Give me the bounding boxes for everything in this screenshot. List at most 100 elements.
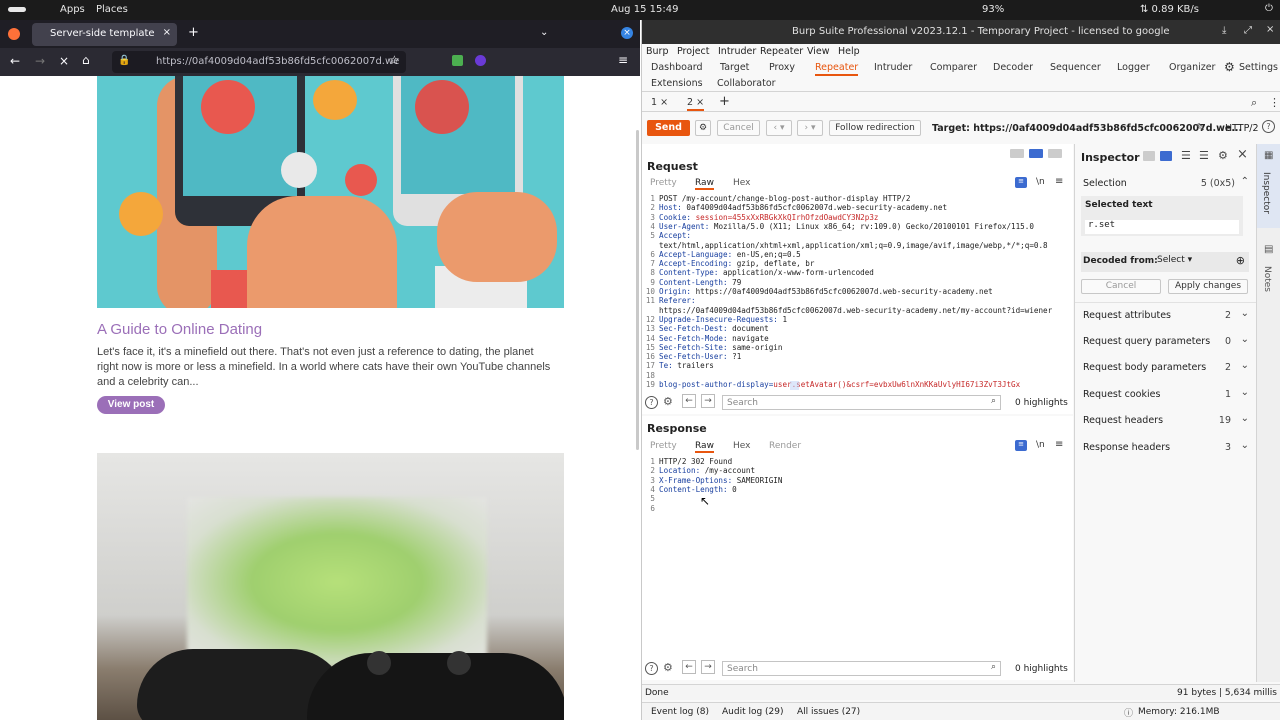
search-settings-gear-icon[interactable]: ⚙	[663, 395, 673, 408]
chevron-down-icon[interactable]: ⌄	[1241, 413, 1249, 424]
apps-menu[interactable]: Apps	[60, 4, 85, 15]
tab-repeater[interactable]: Repeater	[815, 62, 859, 76]
editor-line[interactable]: 1 HTTP/2 302 Found	[644, 457, 1070, 466]
editor-line[interactable]: 17 Te: trailers	[644, 361, 1070, 370]
editor-line[interactable]: 18	[644, 371, 1070, 380]
places-menu[interactable]: Places	[96, 4, 128, 15]
request-editor[interactable]: 1 POST /my-account/change-blog-post-autho…	[644, 194, 1070, 394]
post-image-dating[interactable]	[97, 76, 564, 308]
wrap-toggle-icon[interactable]: ≡	[1015, 177, 1027, 188]
lock-icon[interactable]: 🔒	[118, 55, 130, 66]
tab-target[interactable]: Target	[720, 62, 749, 73]
tab-collaborator[interactable]: Collaborator	[717, 78, 776, 89]
menu-repeater[interactable]: Repeater	[760, 46, 803, 57]
selected-text-value[interactable]: r.set	[1085, 220, 1239, 234]
search-next-icon[interactable]: →	[701, 394, 715, 408]
all-issues-link[interactable]: All issues (27)	[797, 707, 860, 717]
tab-organizer[interactable]: Organizer	[1169, 62, 1215, 73]
tab-decoder[interactable]: Decoder	[993, 62, 1033, 73]
view-hex-tab[interactable]: Hex	[733, 178, 750, 188]
window-close-icon[interactable]: ×	[621, 27, 633, 39]
chevron-down-icon[interactable]: ⌄	[1241, 360, 1249, 371]
newline-toggle-icon[interactable]: \n	[1036, 440, 1045, 450]
decoded-from-select[interactable]: Select ▾	[1157, 255, 1192, 265]
wrap-toggle-icon[interactable]: ≡	[1015, 440, 1027, 451]
editor-line[interactable]: 6 Accept-Language: en-US,en;q=0.5	[644, 250, 1070, 259]
response-editor[interactable]: 1 HTTP/2 302 Found 2 Location: /my-account 3…	[644, 457, 1070, 517]
request-body-parameters-row[interactable]: Request body parameters 2 ⌄	[1075, 355, 1261, 381]
bookmark-star-icon[interactable]: ☆	[389, 53, 400, 67]
new-tab-icon[interactable]: +	[188, 25, 199, 40]
follow-redirection-button[interactable]: Follow redirection	[829, 120, 921, 136]
request-search-input[interactable]: Search ⌕	[722, 395, 1001, 410]
layout-toggle-icon[interactable]	[1010, 149, 1024, 158]
side-tab-inspector[interactable]: ▦ Inspector	[1257, 144, 1280, 228]
more-vertical-icon[interactable]: ⋮	[1269, 96, 1280, 109]
response-search-input[interactable]: Search ⌕	[722, 661, 1001, 676]
tab-extensions[interactable]: Extensions	[651, 78, 703, 89]
page-scrollbar[interactable]	[636, 130, 639, 450]
view-post-button[interactable]: View post	[97, 396, 165, 414]
chevron-down-icon[interactable]: ⌄	[1241, 308, 1249, 319]
extension-icon[interactable]	[452, 55, 463, 66]
menu-view[interactable]: View	[807, 46, 830, 57]
editor-line[interactable]: 15 Sec-Fetch-Site: same-origin	[644, 343, 1070, 352]
tab-comparer[interactable]: Comparer	[930, 62, 977, 73]
send-button[interactable]: Send	[647, 120, 690, 136]
editor-line[interactable]: 19 blog-post-author-display=user.setAvata…	[644, 380, 1070, 389]
editor-line[interactable]: 7 Accept-Encoding: gzip, deflate, br	[644, 259, 1070, 268]
side-tab-notes[interactable]: ▤ Notes	[1257, 242, 1280, 302]
edit-target-icon[interactable]: ✎	[1196, 121, 1205, 134]
layout-toggle-icon[interactable]	[1048, 149, 1062, 158]
view-raw-tab[interactable]: Raw	[695, 178, 714, 190]
view-raw-tab[interactable]: Raw	[695, 441, 714, 453]
settings-gear-icon[interactable]: ⚙	[1224, 60, 1235, 74]
url-bar[interactable]: 🔒 https://0af4009d04adf53b86fd5cfc006200…	[112, 51, 406, 73]
cancel-button[interactable]: Cancel	[717, 120, 760, 136]
view-render-tab[interactable]: Render	[769, 441, 801, 451]
editor-line[interactable]: 8 Content-Type: application/x-www-form-ur…	[644, 268, 1070, 277]
chevron-down-icon[interactable]: ⌄	[1241, 440, 1249, 451]
search-icon[interactable]: ⌕	[1251, 96, 1257, 110]
post-title[interactable]: A Guide to Online Dating	[97, 321, 262, 338]
extension-icon[interactable]	[475, 55, 486, 66]
response-headers-row[interactable]: Response headers 3 ⌄	[1075, 435, 1261, 461]
selection-row[interactable]: Selection 5 (0x5) ⌃	[1075, 171, 1261, 197]
view-pretty-tab[interactable]: Pretty	[650, 178, 677, 188]
tab-proxy[interactable]: Proxy	[769, 62, 795, 73]
editor-line[interactable]: 12 Upgrade-Insecure-Requests: 1	[644, 315, 1070, 324]
request-query-parameters-row[interactable]: Request query parameters 0 ⌄	[1075, 329, 1261, 355]
editor-line[interactable]: 3 Cookie: session=455xXxRBGkXkQIrhOfzdOaw…	[644, 213, 1070, 222]
browser-tab-active[interactable]: Server-side template inje ×	[32, 23, 177, 46]
search-prev-icon[interactable]: ←	[682, 660, 696, 674]
minimize-icon[interactable]: ⤓	[1222, 25, 1226, 36]
audit-log-link[interactable]: Audit log (29)	[722, 707, 784, 717]
menu-help[interactable]: Help	[838, 46, 860, 57]
editor-line[interactable]: 14 Sec-Fetch-Mode: navigate	[644, 334, 1070, 343]
close-icon[interactable]: ×	[1266, 24, 1274, 35]
menu-burp[interactable]: Burp	[646, 46, 668, 57]
view-pretty-tab[interactable]: Pretty	[650, 441, 677, 451]
search-settings-gear-icon[interactable]: ⚙	[663, 661, 673, 674]
editor-line[interactable]: 2 Location: /my-account	[644, 466, 1070, 475]
firefox-view-icon[interactable]	[8, 28, 20, 40]
tab-settings[interactable]: Settings	[1239, 62, 1278, 73]
repeater-tab-2[interactable]: 2 ×	[687, 97, 705, 111]
editor-line[interactable]: 3 X-Frame-Options: SAMEORIGIN	[644, 476, 1070, 485]
editor-line[interactable]: 5 Accept:	[644, 231, 1070, 240]
stop-loading-icon[interactable]: ×	[59, 54, 69, 68]
maximize-icon[interactable]: ⤢	[1244, 25, 1252, 36]
editor-line[interactable]: 13 Sec-Fetch-Dest: document	[644, 324, 1070, 333]
apply-changes-button[interactable]: Apply changes	[1168, 279, 1248, 294]
editor-line[interactable]: https://0af4009d04adf53b86fd5cfc0062007d…	[644, 306, 1070, 315]
add-decoding-icon[interactable]: ⊕	[1236, 254, 1245, 267]
inspector-cancel-button[interactable]: Cancel	[1081, 279, 1161, 294]
editor-menu-icon[interactable]: ≡	[1055, 176, 1063, 187]
home-icon[interactable]: ⌂	[82, 53, 90, 67]
inspector-layout-icon[interactable]	[1160, 151, 1172, 161]
collapse-all-icon[interactable]: ☰	[1199, 149, 1209, 162]
tab-list-icon[interactable]: ⌄	[540, 27, 548, 38]
help-icon[interactable]: ?	[645, 662, 658, 675]
editor-line[interactable]: 2 Host: 0af4009d04adf53b86fd5cfc0062007d.…	[644, 203, 1070, 212]
editor-line[interactable]: text/html,application/xhtml+xml,applicat…	[644, 241, 1070, 250]
